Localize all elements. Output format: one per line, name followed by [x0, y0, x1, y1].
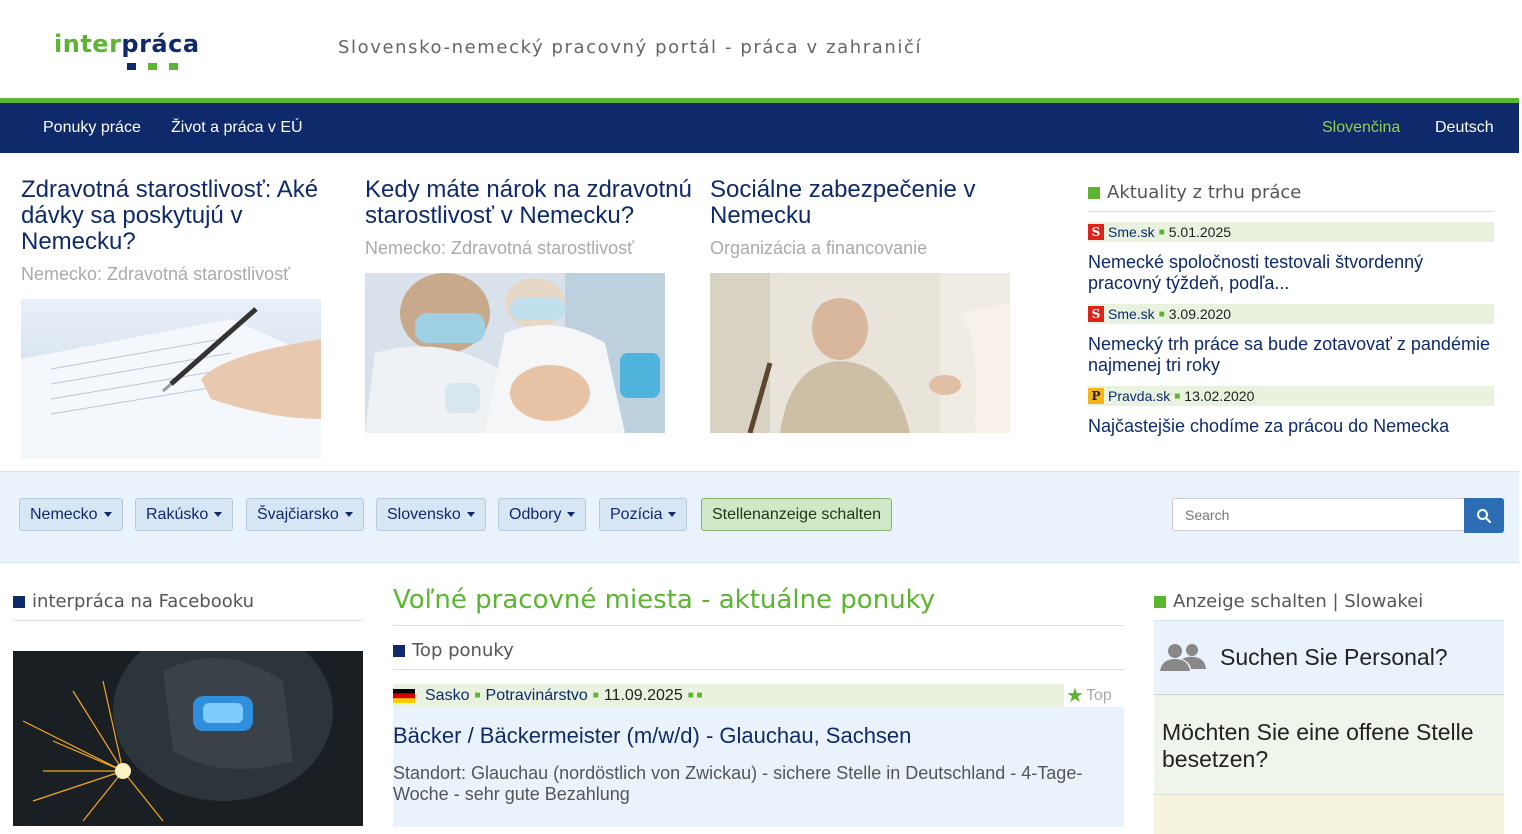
caret-down-icon — [567, 512, 576, 517]
article-title[interactable]: Sociálne zabezpečenie v Nemecku — [710, 177, 1040, 229]
news-headline[interactable]: Nemecký trh práce sa bude zotavovať z pa… — [1088, 334, 1494, 376]
lang-slovak[interactable]: Slovenčina — [1322, 119, 1400, 137]
search-button[interactable] — [1464, 498, 1504, 533]
nav-item-life-work-eu[interactable]: Život a práca v EÚ — [171, 119, 303, 137]
filter-country-switzerland[interactable]: Švajčiarsko — [246, 498, 364, 531]
news-meta: P Pravda.sk ■ 13.02.2020 — [1088, 386, 1494, 406]
job-field[interactable]: Potravinárstvo — [486, 687, 588, 705]
filter-country-austria[interactable]: Rakúsko — [135, 498, 234, 531]
article-image-signing[interactable] — [21, 299, 321, 459]
facebook-section-title: interpráca na Facebooku — [13, 591, 363, 621]
caret-down-icon — [668, 512, 677, 517]
article-category: Organizácia a financovanie — [710, 238, 928, 258]
site-tagline: Slovensko-nemecký pracovný portál - prác… — [338, 37, 923, 58]
logo-text-praca: práca — [121, 30, 200, 58]
filter-country-slovakia[interactable]: Slovensko — [376, 498, 486, 531]
fill-vacancy-promo[interactable]: Möchten Sie eine offene Stelle besetzen? — [1154, 694, 1504, 794]
job-date: 11.09.2025 — [603, 686, 683, 704]
caret-down-icon — [103, 512, 112, 517]
news-meta: S Sme.sk ■ 3.09.2020 — [1088, 304, 1494, 324]
site-logo[interactable]: interpráca — [54, 30, 254, 74]
job-region[interactable]: Sasko — [425, 687, 469, 705]
news-date: 3.09.2020 — [1168, 306, 1232, 322]
square-bullet-icon — [1088, 186, 1100, 199]
article-title[interactable]: Zdravotná starostlivosť: Aké dávky sa po… — [21, 177, 351, 255]
labor-news-panel: Aktuality z trhu práce S Sme.sk ■ 5.01.2… — [1088, 182, 1494, 437]
top-badge: ★ Top — [1066, 685, 1112, 707]
article-card[interactable]: Kedy máte nárok na zdravotnú starostlivo… — [365, 177, 695, 259]
nav-item-jobs[interactable]: Ponuky práce — [43, 119, 141, 137]
page-title: Voľné pracovné miesta - aktuálne ponuky — [393, 585, 1124, 626]
caret-down-icon — [466, 512, 475, 517]
article-category: Nemecko: Zdravotná starostlivosť — [21, 264, 290, 284]
main-nav: Ponuky práce Život a práca v EÚ Slovenči… — [0, 103, 1519, 153]
news-source[interactable]: Pravda.sk — [1108, 388, 1170, 404]
article-category: Nemecko: Zdravotná starostlivosť — [365, 238, 634, 258]
article-card[interactable]: Sociálne zabezpečenie v Nemecku Organizá… — [710, 177, 1040, 259]
job-filter-bar: Nemecko Rakúsko Švajčiarsko Slovensko Od… — [0, 471, 1519, 563]
news-source[interactable]: Sme.sk — [1108, 224, 1155, 240]
search-input[interactable] — [1172, 498, 1466, 531]
sme-logo-icon: S — [1088, 224, 1104, 240]
promo-strip — [1154, 794, 1504, 834]
sme-logo-icon: S — [1088, 306, 1104, 322]
pravda-logo-icon: P — [1088, 388, 1104, 404]
separator-icon: ■ ■ — [687, 690, 703, 701]
square-bullet-icon — [1154, 595, 1166, 608]
job-card[interactable]: Bäcker / Bäckermeister (m/w/d) - Glaucha… — [393, 707, 1124, 827]
news-source[interactable]: Sme.sk — [1108, 306, 1155, 322]
job-meta: Sasko ■ Potravinárstvo ■ 11.09.2025 ■ ■ … — [393, 684, 1124, 707]
site-header: interpráca Slovensko-nemecký pracovný po… — [0, 0, 1519, 98]
job-listings: Voľné pracovné miesta - aktuálne ponuky … — [393, 585, 1124, 827]
search-icon — [1477, 508, 1492, 523]
article-image-elderly[interactable] — [710, 273, 1010, 433]
lang-german[interactable]: Deutsch — [1435, 119, 1494, 137]
logo-text-inter: inter — [54, 30, 122, 58]
news-headline[interactable]: Najčastejšie chodíme za prácou do Nemeck… — [1088, 416, 1494, 437]
square-bullet-icon — [393, 644, 405, 657]
top-offers-title: Top ponuky — [393, 640, 1124, 670]
star-icon: ★ — [1066, 685, 1084, 707]
german-flag-icon — [393, 688, 415, 703]
post-ad-section-title: Anzeige schalten | Slowakei — [1154, 591, 1504, 620]
filter-country-germany[interactable]: Nemecko — [19, 498, 123, 531]
separator-icon: ■ — [1158, 226, 1165, 238]
separator-icon: ■ — [592, 690, 599, 701]
job-description: Standort: Glauchau (nordöstlich von Zwic… — [393, 763, 1083, 804]
square-bullet-icon — [13, 595, 25, 608]
news-date: 5.01.2025 — [1168, 224, 1232, 240]
caret-down-icon — [214, 512, 223, 517]
news-section-title: Aktuality z trhu práce — [1088, 182, 1494, 212]
find-staff-promo[interactable]: Suchen Sie Personal? — [1154, 620, 1504, 694]
job-title[interactable]: Bäcker / Bäckermeister (m/w/d) - Glaucha… — [393, 723, 1124, 749]
users-icon — [1160, 643, 1206, 671]
post-ad-panel: Anzeige schalten | Slowakei Suchen Sie P… — [1154, 591, 1504, 834]
news-meta: S Sme.sk ■ 5.01.2025 — [1088, 222, 1494, 242]
filter-field[interactable]: Odbory — [498, 498, 587, 531]
logo-dots — [127, 63, 178, 70]
news-headline[interactable]: Nemecké spoločnosti testovali štvordenný… — [1088, 252, 1494, 294]
separator-icon: ■ — [1158, 308, 1165, 320]
facebook-image-welder[interactable] — [13, 651, 363, 826]
news-date: 13.02.2020 — [1184, 388, 1255, 404]
filter-position[interactable]: Pozícia — [599, 498, 688, 531]
article-card[interactable]: Zdravotná starostlivosť: Aké dávky sa po… — [21, 177, 351, 285]
post-job-ad-button[interactable]: Stellenanzeige schalten — [701, 498, 893, 531]
job-meta-bar: Sasko ■ Potravinárstvo ■ 11.09.2025 ■ ■ — [393, 684, 1064, 707]
separator-icon: ■ — [1174, 390, 1181, 402]
facebook-panel: interpráca na Facebooku — [13, 591, 363, 621]
article-image-dentist[interactable] — [365, 273, 665, 433]
article-title[interactable]: Kedy máte nárok na zdravotnú starostlivo… — [365, 177, 695, 229]
separator-icon: ■ — [474, 690, 481, 701]
caret-down-icon — [344, 512, 353, 517]
